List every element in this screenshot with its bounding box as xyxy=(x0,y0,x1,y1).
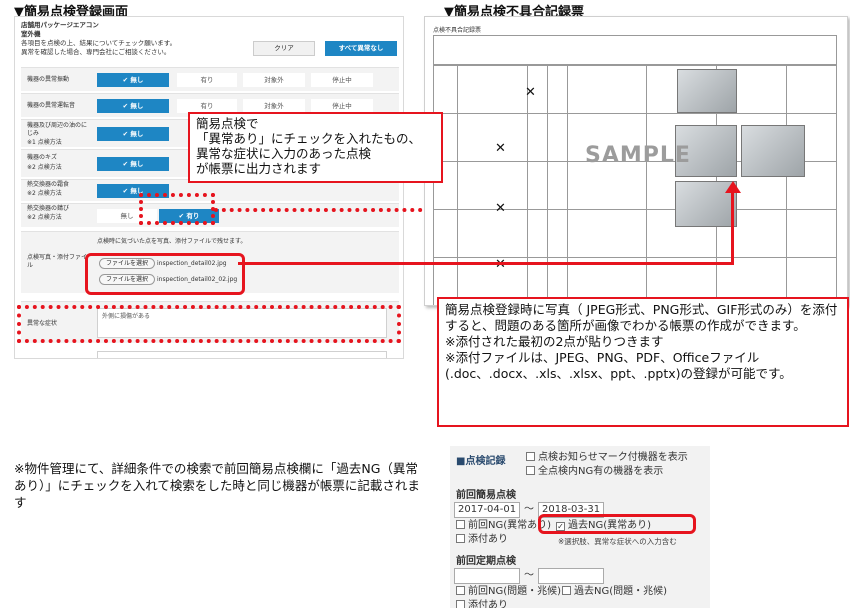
search-note: ※物件管理にて、詳細条件での検索で前回簡易点検欄に「過去NG（異常あり）」にチェ… xyxy=(14,461,420,510)
clear-button[interactable]: クリア xyxy=(253,41,315,56)
option-not-applicable[interactable]: 対象外 xyxy=(243,99,305,113)
attach2-option[interactable]: 添付あり xyxy=(456,600,508,608)
option-none-selected[interactable]: ✔ 無し xyxy=(97,73,169,87)
row-label: 機器のキズ xyxy=(27,154,58,161)
x-mark: ✕ xyxy=(495,141,506,156)
record-note: ※選択肢、異常な症状への入力含む xyxy=(558,537,677,546)
report-photo xyxy=(677,69,737,113)
form-header: 店舗用パッケージエアコン 室外機 各項目を点検の上、結果についてチェック願います… xyxy=(21,21,176,57)
callout1-line4: が帳票に出力されます xyxy=(196,161,322,176)
callout1-line2: 「異常あり」にチェックを入れたもの、 xyxy=(196,131,422,146)
tilde: 〜 xyxy=(524,504,534,515)
callout2-line3: ※添付ファイルは、JPEG、PNG、PDF、Officeファイル(.doc、.d… xyxy=(445,350,792,381)
highlight-abnormal xyxy=(17,305,401,343)
check-row-vibration: 機器の異常振動 ✔ 無し 有り 対象外 停止中 xyxy=(21,67,399,91)
form-instruction-1: 各項目を点検の上、結果についてチェック願います。 xyxy=(21,39,177,47)
connector-vertical xyxy=(731,188,734,265)
checkbox[interactable] xyxy=(456,586,465,595)
x-mark: ✕ xyxy=(525,85,536,100)
report-photo xyxy=(741,125,805,177)
checkbox[interactable] xyxy=(526,452,535,461)
option-label: 全点検内NG有の機器を表示 xyxy=(538,466,664,477)
inspection-method-link[interactable]: ※2 点検方法 xyxy=(27,214,62,222)
callout-photo-description: 簡易点検登録時に写真（ JPEG形式、PNG形式、GIF形式のみ）を添付すると、… xyxy=(437,297,849,427)
past-ng2-option[interactable]: 過去NG(問題・兆候) xyxy=(562,586,667,598)
attach-option[interactable]: 添付あり xyxy=(456,534,508,546)
highlight-attachments xyxy=(85,253,245,295)
row-label: 機器の異常運転音 xyxy=(27,102,76,109)
option-none-selected[interactable]: ✔ 無し xyxy=(97,157,169,171)
prev-simple-label: 前回簡易点検 xyxy=(456,490,516,501)
checkbox[interactable] xyxy=(456,520,465,529)
all-normal-button[interactable]: すべて異常なし xyxy=(325,41,397,56)
periodic-date-to[interactable] xyxy=(538,568,604,584)
inspection-method-link[interactable]: ※1 点検方法 xyxy=(27,139,62,147)
option-all-ng[interactable]: 全点検内NG有の機器を表示 xyxy=(526,466,663,478)
report-title: 点検不具合記録票 xyxy=(433,27,482,34)
prev-ng-option[interactable]: 前回NG(異常あり) xyxy=(456,520,551,532)
row-label: 機器及び周辺の油のにじみ xyxy=(27,122,88,137)
extra-textbox[interactable] xyxy=(97,351,387,358)
prev-ng2-option[interactable]: 前回NG(問題・兆候) xyxy=(456,586,561,598)
callout1-line1: 簡易点検で xyxy=(196,116,259,131)
arrow-head-up xyxy=(725,181,741,193)
inspection-record-panel: ■点検記録 点検お知らせマーク付機器を表示 全点検内NG有の機器を表示 前回簡易… xyxy=(450,446,710,608)
row-label: 機器の異常振動 xyxy=(27,76,70,83)
option-label: 過去NG(問題・兆候) xyxy=(574,586,668,597)
row-label: 点検写真・添付ファイル xyxy=(27,254,88,269)
row-label: 熱交換器の霜食 xyxy=(27,181,70,188)
callout1-line3: 異常な症状に入力のあった点検 xyxy=(196,146,372,161)
date-from-input[interactable]: 2017-04-01 xyxy=(454,502,520,518)
option-yes[interactable]: 有り xyxy=(177,73,237,87)
inspection-form-screenshot: 店舗用パッケージエアコン 室外機 各項目を点検の上、結果についてチェック願います… xyxy=(14,16,404,359)
periodic-date-from[interactable] xyxy=(454,568,520,584)
row-label: 熱交換器の錆び xyxy=(27,205,70,212)
option-stopped[interactable]: 停止中 xyxy=(311,73,373,87)
option-label: 添付あり xyxy=(468,534,508,545)
checkbox[interactable] xyxy=(456,600,465,608)
option-label: 前回NG(問題・兆候) xyxy=(468,586,562,597)
x-mark: ✕ xyxy=(495,201,506,216)
checkbox[interactable] xyxy=(526,466,535,475)
callout2-line1: 簡易点検登録時に写真（ JPEG形式、PNG形式、GIF形式のみ）を添付すると、… xyxy=(445,302,838,333)
option-not-applicable[interactable]: 対象外 xyxy=(243,73,305,87)
option-none-selected[interactable]: ✔ 無し xyxy=(97,127,169,141)
option-stopped[interactable]: 停止中 xyxy=(311,99,373,113)
equipment-unit: 室外機 xyxy=(21,30,41,38)
inspection-method-link[interactable]: ※2 点検方法 xyxy=(27,164,62,172)
arrow-to-report xyxy=(214,208,446,212)
attachment-help: 点検時に気づいた点を写真、添付ファイルで残せます。 xyxy=(97,238,247,245)
record-title: ■点検記録 xyxy=(456,456,506,467)
connector-horizontal xyxy=(238,262,734,265)
form-instruction-2: 異常を確認した場合、専門会社にご相談ください。 xyxy=(21,48,171,56)
option-notice-mark[interactable]: 点検お知らせマーク付機器を表示 xyxy=(526,452,688,464)
option-yes[interactable]: 有り xyxy=(177,99,237,113)
checkbox[interactable] xyxy=(562,586,571,595)
callout-output-description: 簡易点検で 「異常あり」にチェックを入れたもの、 異常な症状に入力のあった点検 … xyxy=(188,112,443,183)
callout2-line2: ※添付された最初の2点が貼りつきます xyxy=(445,334,664,349)
tilde: 〜 xyxy=(524,570,534,581)
equipment-type: 店舗用パッケージエアコン xyxy=(21,21,99,29)
sample-watermark: SAMPLE xyxy=(585,143,691,168)
highlight-rust-yes xyxy=(139,193,215,225)
report-header xyxy=(433,35,837,65)
checkbox[interactable] xyxy=(456,534,465,543)
option-label: 添付あり xyxy=(468,600,508,608)
option-label: 点検お知らせマーク付機器を表示 xyxy=(538,452,688,463)
inspection-method-link[interactable]: ※2 点検方法 xyxy=(27,190,62,198)
highlight-past-ng xyxy=(538,514,696,534)
report-table xyxy=(433,65,837,305)
prev-periodic-label: 前回定期点検 xyxy=(456,556,516,567)
option-none-selected[interactable]: ✔ 無し xyxy=(97,99,169,113)
